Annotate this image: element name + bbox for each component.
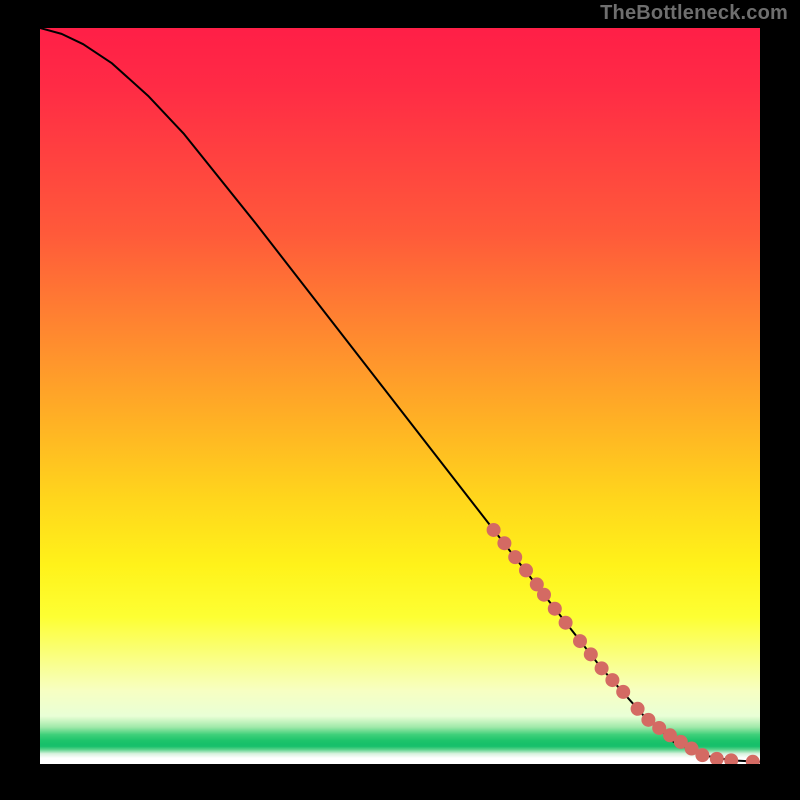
tail-marker: [497, 536, 511, 550]
tail-marker: [605, 673, 619, 687]
plot-area: [40, 28, 760, 764]
tail-marker: [695, 748, 709, 762]
tail-marker: [548, 602, 562, 616]
tail-marker: [508, 550, 522, 564]
tail-marker: [519, 563, 533, 577]
tail-marker: [584, 647, 598, 661]
tail-marker: [537, 588, 551, 602]
tail-marker: [616, 685, 630, 699]
tail-marker: [631, 702, 645, 716]
tail-marker: [724, 753, 738, 764]
tail-marker: [487, 523, 501, 537]
curve-svg: [40, 28, 760, 764]
watermark-text: TheBottleneck.com: [600, 2, 788, 25]
tail-marker: [559, 616, 573, 630]
main-curve: [40, 28, 760, 762]
chart-container: TheBottleneck.com: [0, 0, 800, 800]
tail-marker: [746, 755, 760, 764]
tail-marker: [573, 634, 587, 648]
tail-marker: [710, 752, 724, 764]
tail-marker-group: [487, 523, 760, 764]
tail-marker: [595, 661, 609, 675]
